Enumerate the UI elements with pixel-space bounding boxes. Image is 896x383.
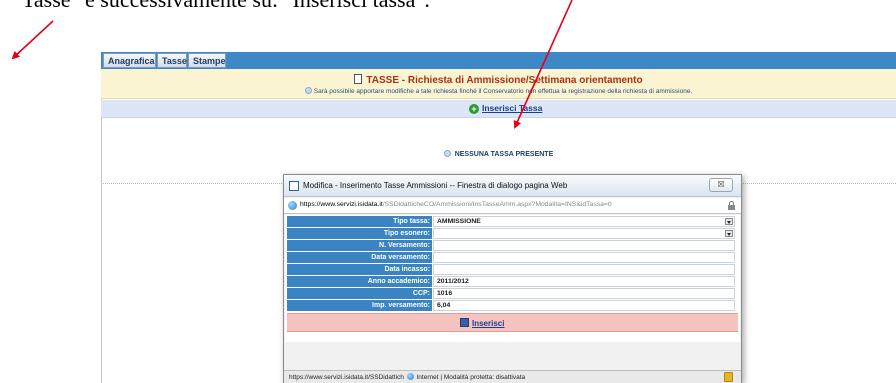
field-label: Tipo esonero:	[287, 228, 432, 239]
red-arrow-left	[11, 20, 54, 60]
empty-message-row: NESSUNA TASSA PRESENTE	[101, 150, 896, 158]
url-field[interactable]: https://www.servizi.isidata.it/SSDidatti…	[300, 201, 612, 208]
status-zone: Internet | Modalità protetta: disattivat…	[416, 374, 526, 381]
dialog-title: Modifica - Inserimento Tasse Ammissioni …	[303, 181, 568, 190]
page-banner: TASSE - Richiesta di Ammissione/Settiman…	[101, 69, 896, 99]
lock-icon	[728, 201, 735, 210]
field-row-anno-accademico: Anno accademico: 2011/2012	[285, 276, 740, 287]
url-host: https://www.servizi.isidata.it	[300, 201, 383, 208]
add-icon: +	[469, 104, 479, 114]
add-tax-label: Inserisci Tassa	[482, 103, 543, 113]
window-icon	[289, 181, 299, 191]
insert-button[interactable]: Inserisci	[460, 318, 504, 328]
insert-tax-dialog: Modifica - Inserimento Tasse Ammissioni …	[283, 174, 742, 383]
field-row-tipo-tassa: Tipo tassa: AMMISSIONE	[285, 216, 740, 227]
field-label: Data incasso:	[287, 264, 432, 275]
dialog-statusbar: https://www.servizi.isidata.it/SSDidatti…	[284, 370, 741, 383]
save-icon	[460, 318, 469, 327]
dialog-titlebar[interactable]: Modifica - Inserimento Tasse Ammissioni …	[284, 175, 741, 197]
field-label: Tipo tassa:	[287, 216, 432, 227]
globe-icon	[406, 373, 414, 380]
field-label: Imp. versamento:	[287, 300, 432, 311]
imp-versamento-input[interactable]: 6,04	[433, 300, 735, 311]
status-text-row: https://www.servizi.isidata.it/SSDidatti…	[289, 373, 525, 381]
chevron-down-icon[interactable]	[725, 218, 733, 225]
field-label: CCP:	[287, 288, 432, 299]
tab-stampe[interactable]: Stampe	[188, 53, 226, 68]
insert-label: Inserisci	[472, 319, 505, 328]
banner-note: Sarà possibile apportare modifiche a tal…	[313, 88, 693, 95]
tab-anagrafica[interactable]: Anagrafica	[103, 53, 156, 68]
tab-tasse[interactable]: Tasse	[157, 53, 187, 68]
tipo-tassa-value: AMMISSIONE	[437, 218, 481, 225]
document-caption: Tasse" e successivamente su: "Inserisci …	[22, 0, 430, 15]
n-versamento-input[interactable]	[433, 240, 735, 251]
field-row-ccp: CCP: 1016	[285, 288, 740, 299]
tab-bar: Anagrafica Tasse Stampe	[101, 52, 896, 69]
chevron-down-icon[interactable]	[725, 230, 733, 237]
ccp-input[interactable]: 1016	[433, 288, 735, 299]
tipo-esonero-select[interactable]	[433, 228, 735, 239]
submit-bar: Inserisci	[287, 313, 738, 332]
page-title: TASSE - Richiesta di Ammissione/Settiman…	[366, 75, 643, 86]
banner-note-row: Sarà possibile apportare modifiche a tal…	[101, 87, 896, 95]
data-incasso-input[interactable]	[433, 264, 735, 275]
close-button[interactable]: ☒	[709, 178, 733, 192]
url-path: /SSDidatticheCO/Ammissioni/InsTasseAmm.a…	[382, 201, 612, 208]
add-tax-bar: + Inserisci Tassa	[101, 100, 896, 118]
add-tax-link[interactable]: + Inserisci Tassa	[469, 103, 542, 114]
field-row-imp-versamento: Imp. versamento: 6,04	[285, 300, 740, 311]
field-row-tipo-esonero: Tipo esonero:	[285, 228, 740, 239]
page-title-row: TASSE - Richiesta di Ammissione/Settiman…	[101, 74, 896, 86]
field-label: Anno accademico:	[287, 276, 432, 287]
field-label: N. Versamento:	[287, 240, 432, 251]
anno-accademico-input[interactable]: 2011/2012	[433, 276, 735, 287]
field-label: Data versamento:	[287, 252, 432, 263]
document-icon	[354, 74, 363, 84]
status-url: https://www.servizi.isidata.it/SSDidatti…	[289, 374, 404, 381]
field-row-n-versamento: N. Versamento:	[285, 240, 740, 251]
tax-form: Tipo tassa: AMMISSIONE Tipo esonero: N. …	[285, 215, 740, 342]
address-bar: https://www.servizi.isidata.it/SSDidatti…	[284, 198, 741, 214]
lock-icon	[724, 372, 733, 382]
tipo-tassa-select[interactable]: AMMISSIONE	[433, 216, 735, 227]
info-icon	[304, 87, 312, 94]
empty-message: NESSUNA TASSA PRESENTE	[454, 151, 554, 158]
globe-icon	[288, 201, 297, 210]
info-icon	[443, 150, 451, 157]
field-row-data-incasso: Data incasso:	[285, 264, 740, 275]
field-row-data-versamento: Data versamento:	[285, 252, 740, 263]
data-versamento-input[interactable]	[433, 252, 735, 263]
